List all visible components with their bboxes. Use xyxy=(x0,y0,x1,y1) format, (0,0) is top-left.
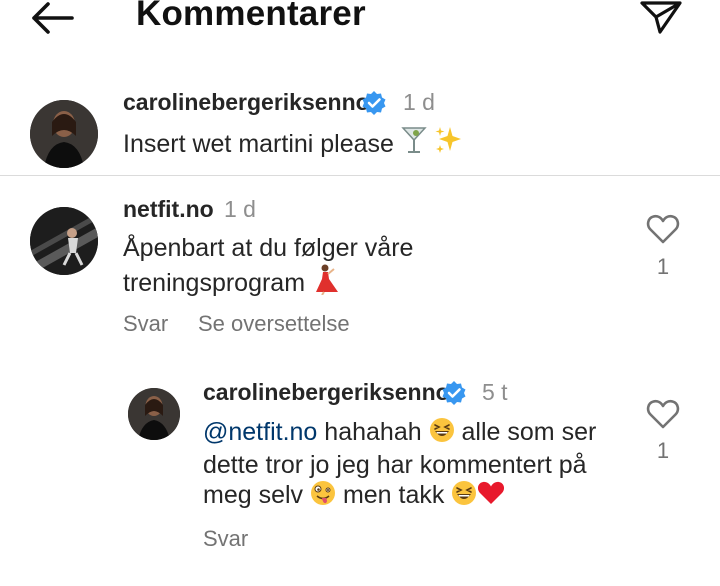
martini-glass-icon xyxy=(401,125,427,166)
zany-face-icon xyxy=(310,480,336,513)
mention-link[interactable]: @netfit.no xyxy=(203,418,317,446)
comment-username[interactable]: netfit.no xyxy=(123,196,214,223)
comment-text-line2-body: treningsprogram xyxy=(123,269,306,298)
avatar[interactable] xyxy=(128,388,180,440)
caption-text: Insert wet martini please xyxy=(123,125,462,166)
divider xyxy=(0,175,720,176)
paper-plane-icon xyxy=(640,1,682,34)
heart-icon[interactable] xyxy=(646,213,680,245)
back-button[interactable] xyxy=(24,0,80,36)
verified-badge-icon xyxy=(362,91,386,115)
red-heart-icon xyxy=(477,480,505,513)
caption-time: 1 d xyxy=(403,89,435,115)
comment-text-line1: Åpenbart at du følger våre xyxy=(123,234,414,262)
caption-username[interactable]: carolinebergeriksenno xyxy=(123,89,370,116)
page-title: Kommentarer xyxy=(136,0,366,33)
verified-badge-icon xyxy=(442,381,466,405)
reply-line1-tail: alle som ser xyxy=(461,418,597,447)
reply-line1-text: hahahah xyxy=(324,418,422,447)
reply-text-line1: @netfit.no hahahah alle som ser xyxy=(203,417,596,450)
reply-username[interactable]: carolinebergeriksenno xyxy=(203,379,450,406)
comment-text: Åpenbart at du følger våre treningsprogr… xyxy=(123,229,413,306)
grinning-squinting-face-icon xyxy=(451,480,477,513)
dancer-icon xyxy=(312,263,338,306)
sparkles-icon xyxy=(434,125,462,166)
see-translation-button[interactable]: Se oversettelse xyxy=(198,311,350,337)
reply-button[interactable]: Svar xyxy=(203,526,248,552)
reply-text-line2: dette tror jo jeg har kommentert på xyxy=(203,451,587,479)
heart-icon[interactable] xyxy=(646,398,680,430)
arrow-left-icon xyxy=(32,2,74,34)
comment-text-line2: treningsprogram xyxy=(123,263,413,306)
grinning-squinting-face-icon xyxy=(429,417,455,450)
comment-time: 1 d xyxy=(224,196,256,222)
reply-text: @netfit.no hahahah alle som ser dette tr… xyxy=(203,417,596,513)
avatar[interactable] xyxy=(30,100,98,168)
reply-time: 5 t xyxy=(482,379,508,405)
like-count: 1 xyxy=(656,254,670,279)
reply-button[interactable]: Svar xyxy=(123,311,168,337)
reply-text-line3: meg selv men takk xyxy=(203,480,596,513)
like-count: 1 xyxy=(656,438,670,463)
share-button[interactable] xyxy=(636,0,684,38)
avatar[interactable] xyxy=(30,207,98,275)
header: Kommentarer xyxy=(0,0,720,42)
reply-line3-mid: men takk xyxy=(342,481,445,510)
reply-line3-head: meg selv xyxy=(203,481,304,510)
caption-text-body: Insert wet martini please xyxy=(123,130,394,159)
